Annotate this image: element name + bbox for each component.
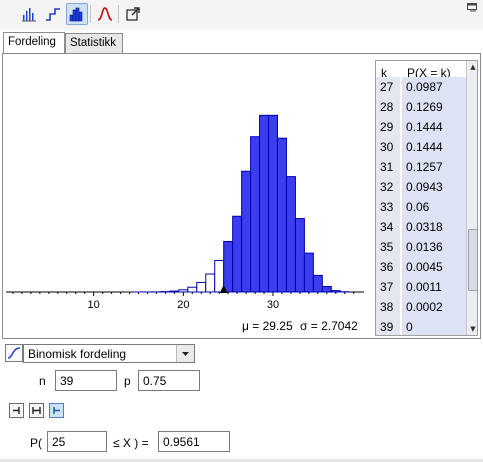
toolbar [0,0,483,30]
x-tick-label: 20 [177,299,189,311]
interval-icon[interactable] [29,403,44,418]
table-row[interactable]: 29 0.1444 [376,117,466,137]
scroll-up-icon[interactable]: ▲ [467,61,477,73]
table-cell-p: 0.0318 [402,217,466,237]
table-row[interactable]: 28 0.1269 [376,97,466,117]
table-row[interactable]: 32 0.0943 [376,177,466,197]
histogram-bar [187,286,198,293]
table-row[interactable]: 37 0.0011 [376,277,466,297]
table-row[interactable]: 39 0 [376,317,466,335]
dock-icon[interactable] [467,3,477,13]
chevron-down-icon[interactable] [176,345,194,362]
distribution-select[interactable]: Binomisk fordeling [23,344,195,363]
table-cell-k: 30 [376,137,401,157]
bar-chart-icon[interactable] [18,3,40,25]
table-cell-p: 0.0045 [402,257,466,277]
step-chart-icon[interactable] [42,3,64,25]
histogram-bar [232,215,243,293]
table-cell-k: 28 [376,97,401,117]
histogram-bar [169,290,180,293]
distribution-curve-icon[interactable] [5,344,23,362]
table-cell-k: 33 [376,197,401,217]
n-label: n [39,374,46,388]
lower-bound-input[interactable]: 25 [47,431,107,452]
tab-statistikk[interactable]: Statistikk [65,33,123,54]
table-cell-k: 29 [376,117,401,137]
table-cell-k: 37 [376,277,401,297]
histogram-bar [196,281,207,293]
histogram-bar [223,240,234,293]
histogram-bar [178,289,189,293]
left-sided-icon[interactable] [9,403,24,418]
table-row[interactable]: 36 0.0045 [376,257,466,277]
histogram-bar [259,114,270,293]
scroll-down-icon[interactable]: ▼ [467,323,477,335]
table-scrollbar[interactable]: ▲ ▼ [466,61,477,335]
histogram-icon[interactable] [66,3,88,25]
table-row[interactable]: 38 0.0002 [376,297,466,317]
table-cell-p: 0.0987 [402,77,466,97]
table-cell-k: 35 [376,237,401,257]
table-cell-k: 39 [376,317,401,335]
table-cell-p: 0.1257 [402,157,466,177]
table-row[interactable]: 35 0.0136 [376,237,466,257]
probability-prefix: P( [30,436,42,450]
table-cell-k: 31 [376,157,401,177]
histogram-chart[interactable]: 10 20 30 μ = 29.25 σ = 2.7042 [2,54,370,336]
table-row[interactable]: 34 0.0318 [376,217,466,237]
probability-table[interactable]: k P(X = k) 27 0.0987 28 0.1269 29 0.1444 30 0.1… [375,60,478,336]
histogram-bar [205,273,216,293]
x-tick-label: 30 [267,299,279,311]
table-cell-k: 38 [376,297,401,317]
table-cell-p: 0.06 [402,197,466,217]
table-cell-k: 34 [376,217,401,237]
table-cell-p: 0.0002 [402,297,466,317]
normal-curve-icon[interactable] [94,3,116,25]
table-cell-p: 0.1444 [402,117,466,137]
table-cell-p: 0.0011 [402,277,466,297]
table-row[interactable]: 33 0.06 [376,197,466,217]
histogram-bar [241,170,252,293]
table-row[interactable]: 30 0.1444 [376,137,466,157]
export-icon[interactable] [122,3,144,25]
sd-annotation: σ = 2.7042 [300,319,358,333]
histogram-bar [312,274,323,293]
x-tick-label: 10 [88,299,100,311]
table-cell-p: 0.1269 [402,97,466,117]
histogram-bar [250,136,261,293]
tab-fordeling[interactable]: Fordeling [3,32,65,54]
histogram-bar [214,260,225,293]
tab-bar: Statistikk Fordeling [0,30,483,54]
histogram-bar [285,176,296,293]
table-cell-p: 0 [402,317,466,335]
table-cell-k: 32 [376,177,401,197]
table-row[interactable]: 31 0.1257 [376,157,466,177]
scroll-thumb[interactable] [468,229,477,291]
table-cell-p: 0.0136 [402,237,466,257]
table-cell-k: 36 [376,257,401,277]
distribution-select-value: Binomisk fordeling [28,347,127,361]
p-label: p [124,374,131,388]
right-sided-icon[interactable] [49,403,64,418]
table-cell-k: 27 [376,77,401,97]
table-cell-p: 0.1444 [402,137,466,157]
histogram-bar [303,252,314,293]
histogram-bar [330,290,341,293]
histogram-bar [276,137,287,293]
n-input[interactable]: 39 [55,370,117,391]
histogram-bar [294,218,305,293]
table-row[interactable]: 27 0.0987 [376,77,466,97]
table-cell-p: 0.0943 [402,177,466,197]
mean-annotation: μ = 29.25 [242,319,293,333]
p-input[interactable]: 0.75 [138,370,200,391]
probability-operator: ≤ X ) = [113,436,149,450]
probability-result[interactable]: 0.9561 [158,431,230,452]
histogram-bar [268,114,278,293]
histogram-bar [321,285,332,293]
